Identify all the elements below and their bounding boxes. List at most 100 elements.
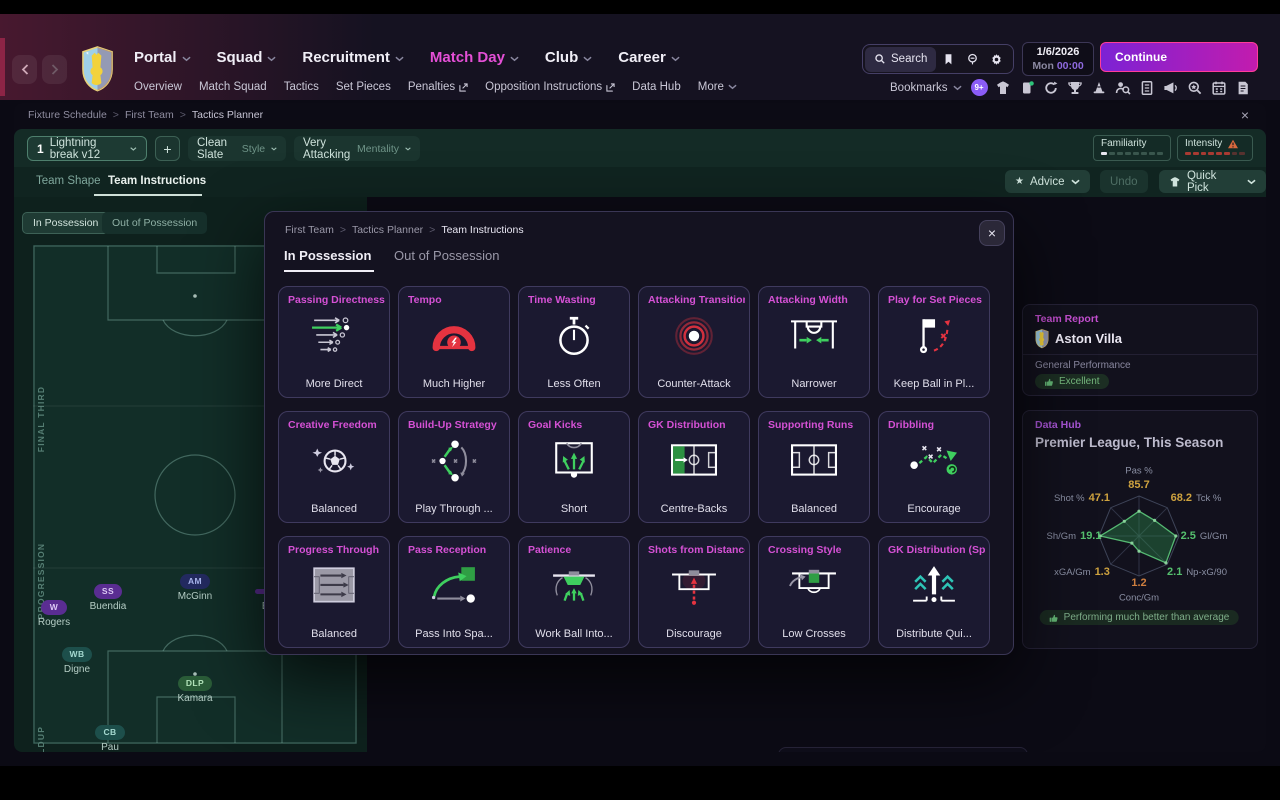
intensity-meter: Intensity xyxy=(1177,135,1253,161)
close-icon[interactable]: × xyxy=(979,220,1005,246)
shirt-icon[interactable] xyxy=(995,79,1012,96)
megaphone-icon[interactable] xyxy=(1163,79,1180,96)
subnav-item-more[interactable]: More xyxy=(698,81,737,93)
instruction-title: GK Distribution (Speed xyxy=(888,544,985,556)
undo-button[interactable]: Undo xyxy=(1100,170,1148,193)
instruction-card-crossing-style[interactable]: Crossing Style Low Crosses xyxy=(758,536,870,648)
instruction-card-goal-kicks[interactable]: Goal Kicks Short xyxy=(518,411,630,523)
modal-breadcrumb[interactable]: First Team > Tactics Planner > Team Instruct… xyxy=(285,224,524,236)
breadcrumb-item-tactics-planner[interactable]: Tactics Planner xyxy=(192,109,263,121)
set-pieces-icon xyxy=(906,313,962,364)
nav-item-club[interactable]: Club xyxy=(545,49,592,66)
modal-tab-in-possession[interactable]: In Possession xyxy=(284,248,371,263)
subnav-item-overview[interactable]: Overview xyxy=(134,81,182,93)
tab-team-instructions[interactable]: Team Instructions xyxy=(108,175,206,187)
search-label: Search xyxy=(891,53,928,65)
nav-item-career[interactable]: Career xyxy=(618,49,680,66)
instruction-value: Balanced xyxy=(791,503,837,515)
instruction-card-progress-through[interactable]: Progress Through Balanced xyxy=(278,536,390,648)
player-kamara[interactable]: DLP Kamara xyxy=(150,673,240,704)
calendar-icon[interactable] xyxy=(1211,79,1228,96)
subnav-item-match-squad[interactable]: Match Squad xyxy=(199,81,267,93)
dribbling-icon xyxy=(906,438,962,489)
pitch-tab-in-possession[interactable]: In Possession xyxy=(22,212,110,234)
instruction-card-attacking-transition[interactable]: Attacking Transition Counter-Attack xyxy=(638,286,750,398)
list-icon[interactable] xyxy=(1139,79,1156,96)
bookmark-icon[interactable] xyxy=(936,53,960,66)
subnav-item-opposition-instructions[interactable]: Opposition Instructions xyxy=(485,81,615,93)
chevron-down-icon xyxy=(181,56,191,61)
time-wasting-icon xyxy=(546,313,602,364)
breadcrumb-item-first-team[interactable]: First Team xyxy=(285,224,334,236)
scout-icon[interactable] xyxy=(1115,79,1132,96)
gear-icon[interactable] xyxy=(984,53,1008,66)
instruction-card-time-wasting[interactable]: Time Wasting Less Often xyxy=(518,286,630,398)
breadcrumb-item-tactics-planner[interactable]: Tactics Planner xyxy=(352,224,423,236)
subnav-item-data-hub[interactable]: Data Hub xyxy=(632,81,681,93)
instruction-card-tempo[interactable]: Tempo Much Higher xyxy=(398,286,510,398)
data-hub-card[interactable]: Data Hub Premier League, This Season Pas… xyxy=(1022,410,1258,649)
close-icon[interactable]: × xyxy=(1236,106,1254,124)
cone-icon[interactable] xyxy=(1091,79,1108,96)
instruction-card-pass-reception[interactable]: Pass Reception Pass Into Spa... xyxy=(398,536,510,648)
breadcrumb-item-first-team[interactable]: First Team xyxy=(125,109,174,121)
notifications-icon[interactable]: 9+ xyxy=(970,79,988,96)
note-icon[interactable] xyxy=(1235,79,1252,96)
nav-item-recruitment[interactable]: Recruitment xyxy=(302,49,404,66)
instruction-card-passing-directness[interactable]: Passing Directness More Direct xyxy=(278,286,390,398)
forward-button[interactable] xyxy=(42,55,67,84)
instruction-title: Time Wasting xyxy=(528,294,596,306)
player-rogers[interactable]: W Rogers xyxy=(14,597,99,628)
breadcrumb-item-team-instructions[interactable]: Team Instructions xyxy=(441,224,523,236)
bookmarks-dropdown[interactable]: Bookmarks xyxy=(890,82,962,94)
subnav-label: Penalties xyxy=(407,81,456,93)
advice-button[interactable]: ★ Advice xyxy=(1005,170,1090,193)
instruction-card-gk-distribution-speed[interactable]: GK Distribution (Speed Distribute Qui... xyxy=(878,536,990,648)
instruction-title: Dribbling xyxy=(888,419,935,431)
nav-item-squad[interactable]: Squad xyxy=(217,49,277,66)
style-select[interactable]: Clean Slate Style xyxy=(188,136,286,161)
breadcrumb[interactable]: Fixture Schedule > First Team > Tactics Plan… xyxy=(28,109,263,121)
subnav-item-set-pieces[interactable]: Set Pieces xyxy=(336,81,391,93)
instruction-card-supporting-runs[interactable]: Supporting Runs Balanced xyxy=(758,411,870,523)
subnav-item-penalties[interactable]: Penalties xyxy=(408,81,468,93)
pitch-tab-out-of-possession[interactable]: Out of Possession xyxy=(102,212,208,234)
team-report-card[interactable]: Team Report Aston Villa General Performa… xyxy=(1022,304,1258,396)
instruction-card-creative-freedom[interactable]: Creative Freedom Balanced xyxy=(278,411,390,523)
club-crest-icon[interactable] xyxy=(81,46,114,94)
instruction-card-attacking-width[interactable]: Attacking Width Narrower xyxy=(758,286,870,398)
search-star-icon[interactable] xyxy=(1187,79,1204,96)
add-tactic-button[interactable]: + xyxy=(155,136,180,161)
player-digne[interactable]: WB Digne xyxy=(32,644,122,675)
player-pau[interactable]: CB Pau xyxy=(65,722,155,752)
card-icon[interactable] xyxy=(1019,79,1036,96)
search-button[interactable]: Search xyxy=(865,46,937,72)
instruction-card-build-up[interactable]: Build-Up Strategy Play Through ... xyxy=(398,411,510,523)
subnav-item-tactics[interactable]: Tactics xyxy=(284,81,319,93)
instruction-card-gk-distribution[interactable]: GK Distribution Centre-Backs xyxy=(638,411,750,523)
refresh-icon[interactable] xyxy=(1043,79,1060,96)
nav-item-match-day[interactable]: Match Day xyxy=(430,49,519,66)
mentality-select[interactable]: Very Attacking Mentality xyxy=(294,136,420,161)
nav-item-portal[interactable]: Portal xyxy=(134,49,191,66)
radar-label: 2.5 Gl/Gm xyxy=(1180,530,1228,542)
tactic-select[interactable]: 1 Lightning break v12 xyxy=(27,136,147,161)
nav-label: Career xyxy=(618,49,666,66)
date-display[interactable]: 1/6/2026 Mon 00:00 xyxy=(1022,42,1094,76)
instruction-card-patience[interactable]: Patience Work Ball Into... xyxy=(518,536,630,648)
modal-tab-out-of-possession[interactable]: Out of Possession xyxy=(394,248,500,263)
intensity-segment xyxy=(1200,152,1207,155)
quick-pick-button[interactable]: Quick Pick xyxy=(1159,170,1266,194)
tab-team-shape[interactable]: Team Shape xyxy=(36,175,101,187)
goal-kicks-icon xyxy=(546,438,602,489)
trophy-icon[interactable] xyxy=(1067,79,1084,96)
instruction-value: Play Through ... xyxy=(415,503,493,515)
breadcrumb-item-fixture-schedule[interactable]: Fixture Schedule xyxy=(28,109,107,121)
tempo-icon xyxy=(426,313,482,364)
back-button[interactable] xyxy=(12,55,37,84)
instruction-card-set-pieces[interactable]: Play for Set Pieces Keep Ball in Pl... xyxy=(878,286,990,398)
instruction-card-dribbling[interactable]: Dribbling Encourage xyxy=(878,411,990,523)
instruction-card-shots-distance[interactable]: Shots from Distance Discourage xyxy=(638,536,750,648)
assistant-icon[interactable] xyxy=(960,53,984,66)
continue-button[interactable]: Continue xyxy=(1100,42,1258,72)
